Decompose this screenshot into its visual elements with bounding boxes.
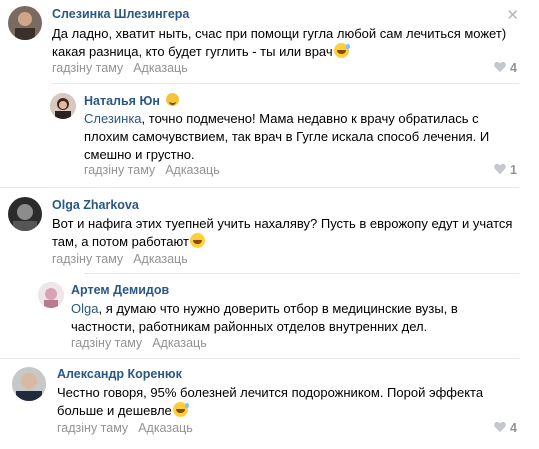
comment-author[interactable]: Артем Демидов: [71, 283, 169, 297]
divider: [52, 83, 519, 84]
reply-button[interactable]: Адказаць: [152, 336, 207, 350]
divider: [84, 273, 519, 274]
comment-meta: гадзіну таму Адказаць: [52, 252, 188, 266]
smile-icon: [165, 93, 179, 106]
comment-meta: гадзіну таму Адказаць: [57, 421, 193, 435]
like-button[interactable]: 4: [494, 61, 517, 75]
reply-button[interactable]: Адказаць: [133, 252, 188, 266]
grinning-emoji: [189, 233, 205, 248]
comment-meta: гадзіну таму Адказаць: [84, 163, 220, 177]
comment-text: Слезинка, точно подмечено! Мама недавно …: [84, 111, 490, 162]
comment-time[interactable]: гадзіну таму: [57, 421, 128, 435]
divider: [0, 187, 519, 188]
comment-time[interactable]: гадзіну таму: [52, 61, 123, 75]
mention-link[interactable]: Olga: [71, 301, 98, 316]
like-count: 1: [510, 163, 517, 177]
comment-meta: гадзіну таму Адказаць: [71, 336, 207, 350]
comment-text: Да ладно, хватит ныть, счас при помощи г…: [52, 26, 507, 59]
like-count: 4: [510, 421, 517, 435]
avatar[interactable]: [50, 93, 76, 119]
like-button[interactable]: 4: [494, 421, 517, 435]
close-icon[interactable]: ✕: [506, 6, 519, 24]
comment-meta: гадзіну таму Адказаць: [52, 61, 188, 75]
comment-time[interactable]: гадзіну таму: [52, 252, 123, 266]
avatar[interactable]: [8, 6, 42, 40]
comment-time[interactable]: гадзіну таму: [84, 163, 155, 177]
comment-text: Olga, я думаю что нужно доверить отбор в…: [71, 301, 458, 334]
comment-text: Вот и нафига этих туепней учить нахаляву…: [52, 216, 513, 249]
reply-button[interactable]: Адказаць: [133, 61, 188, 75]
heart-icon: [494, 422, 506, 433]
avatar[interactable]: [8, 197, 42, 231]
comment-author[interactable]: Александр Коренюк: [57, 367, 182, 381]
avatar[interactable]: [12, 367, 46, 401]
comment-text: Честно говоря, 95% болезней лечится подо…: [57, 385, 484, 418]
heart-icon: [494, 164, 506, 175]
comment-author[interactable]: Наталья Юн: [84, 93, 179, 108]
reply-button[interactable]: Адказаць: [165, 163, 220, 177]
heart-icon: [494, 62, 506, 73]
like-count: 4: [510, 61, 517, 75]
divider: [0, 358, 519, 359]
crying-laughing-emoji: [172, 402, 189, 417]
reply-button[interactable]: Адказаць: [138, 421, 193, 435]
comment-author[interactable]: Слезинка Шлезингера: [52, 7, 189, 21]
mention-link[interactable]: Слезинка: [84, 111, 142, 126]
like-button[interactable]: 1: [494, 163, 517, 177]
comment-time[interactable]: гадзіну таму: [71, 336, 142, 350]
crying-laughing-emoji: [333, 43, 350, 58]
comment-author[interactable]: Olga Zharkova: [52, 198, 139, 212]
avatar[interactable]: [38, 282, 64, 308]
